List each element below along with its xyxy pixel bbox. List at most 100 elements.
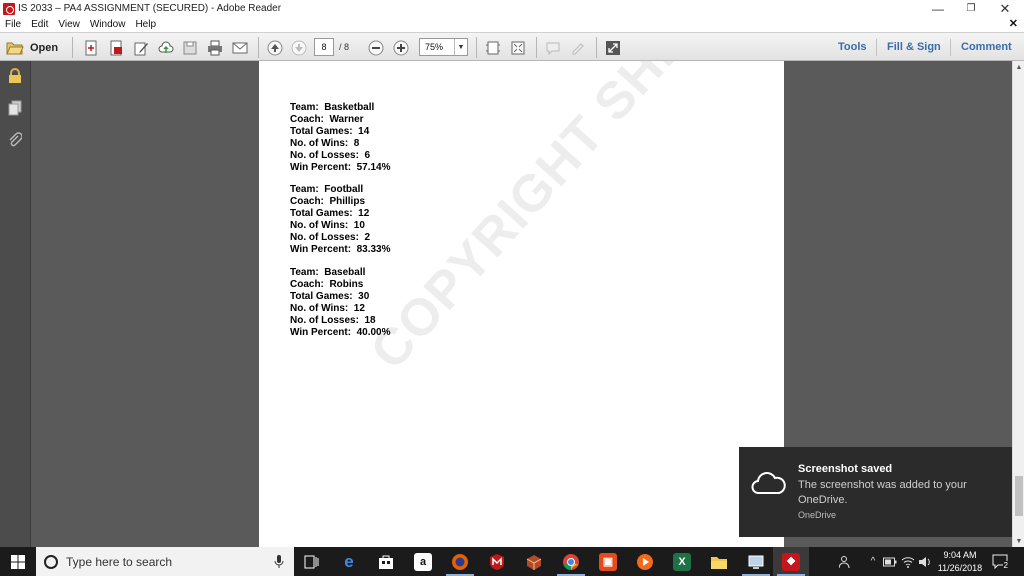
team-name: Team: Football — [290, 184, 364, 195]
page-total: / 8 — [339, 42, 350, 52]
mcafee-icon[interactable] — [479, 547, 515, 576]
wins-count: No. of Wins: 10 — [290, 220, 365, 231]
scroll-down-icon[interactable]: ▼ — [1013, 535, 1024, 547]
close-document-icon[interactable]: ✕ — [1009, 17, 1018, 30]
toolbar-separator — [536, 37, 537, 58]
battery-icon[interactable] — [882, 547, 898, 576]
total-games: Total Games: 12 — [290, 208, 370, 219]
toolbar-separator — [596, 37, 597, 58]
total-games: Total Games: 30 — [290, 291, 370, 302]
toolbar: Open 8 / 8 75% ▼ Tools Fill & Sign Comme… — [0, 32, 1024, 61]
task-view-icon[interactable] — [294, 547, 330, 576]
losses-count: No. of Losses: 2 — [290, 232, 371, 243]
toast-title: Screenshot saved — [798, 463, 893, 475]
win-percent: Win Percent: 40.00% — [290, 327, 391, 338]
onedrive-toast-notification[interactable]: Screenshot saved The screenshot was adde… — [739, 447, 1012, 537]
create-pdf-icon[interactable] — [82, 39, 99, 56]
upload-cloud-icon[interactable] — [157, 39, 174, 56]
windows-taskbar: Type here to search e a ▣ X ❖ ^ 9:04 AM … — [0, 547, 1024, 576]
clock-date: 11/26/2018 — [937, 563, 983, 573]
fit-page-icon[interactable] — [484, 39, 501, 56]
coach-name: Coach: Phillips — [290, 196, 366, 207]
scroll-up-icon[interactable]: ▲ — [1013, 61, 1024, 73]
adobe-reader-taskbar-icon[interactable]: ❖ — [773, 547, 809, 576]
wins-count: No. of Wins: 8 — [290, 138, 360, 149]
minimize-button[interactable]: — — [921, 0, 955, 17]
export-pdf-icon[interactable] — [107, 39, 124, 56]
save-icon[interactable] — [181, 39, 198, 56]
chrome-icon[interactable] — [553, 547, 589, 576]
windows-logo-icon — [11, 554, 25, 569]
network-app-icon[interactable] — [738, 547, 774, 576]
amazon-icon[interactable]: a — [405, 547, 441, 576]
wifi-icon[interactable] — [900, 547, 916, 576]
losses-count: No. of Losses: 18 — [290, 315, 376, 326]
print-icon[interactable] — [206, 39, 223, 56]
edit-pdf-icon[interactable] — [132, 39, 149, 56]
excel-icon[interactable]: X — [664, 547, 700, 576]
title-bar: IS 2033 – PA4 ASSIGNMENT (SECURED) - Ado… — [0, 0, 1024, 17]
package-app-icon[interactable] — [516, 547, 552, 576]
comment-pane-link[interactable]: Comment — [961, 41, 1012, 53]
attachment-paperclip-icon[interactable] — [6, 131, 24, 149]
menu-view[interactable]: View — [53, 19, 85, 30]
taskbar-search-box[interactable]: Type here to search — [36, 547, 294, 576]
team-name: Team: Basketball — [290, 102, 375, 113]
zoom-in-icon[interactable] — [392, 39, 409, 56]
chevron-down-icon[interactable]: ▼ — [454, 39, 467, 55]
file-explorer-icon[interactable] — [701, 547, 737, 576]
cloud-icon — [751, 472, 786, 494]
highlight-icon[interactable] — [569, 39, 586, 56]
office-icon[interactable]: ▣ — [590, 547, 626, 576]
next-page-icon[interactable] — [290, 39, 307, 56]
tools-pane-link[interactable]: Tools — [838, 41, 867, 53]
zoom-out-icon[interactable] — [367, 39, 384, 56]
toolbar-separator — [876, 39, 877, 56]
notification-count: 2 — [1002, 561, 1009, 570]
start-button[interactable] — [0, 547, 36, 576]
window-title: IS 2033 – PA4 ASSIGNMENT (SECURED) - Ado… — [18, 3, 282, 14]
menu-file[interactable]: File — [0, 19, 26, 30]
menu-window[interactable]: Window — [85, 19, 131, 30]
watermark: COPYRIGHT SHEPHERD — [359, 61, 784, 381]
email-icon[interactable] — [231, 39, 248, 56]
toast-source: OneDrive — [798, 510, 837, 520]
menu-help[interactable]: Help — [130, 19, 161, 30]
navigation-pane — [0, 61, 31, 547]
edge-browser-icon[interactable]: e — [331, 547, 367, 576]
page-thumbnails-icon[interactable] — [6, 99, 24, 117]
chevron-up-icon[interactable]: ^ — [866, 547, 880, 576]
clock-time: 9:04 AM — [943, 550, 977, 560]
restore-button[interactable]: ❐ — [954, 0, 988, 17]
fill-sign-pane-link[interactable]: Fill & Sign — [887, 41, 941, 53]
expand-icon[interactable] — [604, 39, 621, 56]
lock-icon[interactable] — [6, 67, 24, 85]
firefox-icon[interactable] — [442, 547, 478, 576]
full-screen-icon[interactable] — [509, 39, 526, 56]
previous-page-icon[interactable] — [266, 39, 283, 56]
team-record-baseball: Team: Baseball Coach: Robins Total Games… — [290, 267, 391, 339]
page-number-input[interactable]: 8 — [314, 38, 334, 56]
toolbar-separator — [950, 39, 951, 56]
open-button[interactable]: Open — [6, 38, 58, 57]
microphone-icon[interactable] — [270, 553, 288, 571]
people-icon[interactable] — [836, 547, 856, 576]
scrollbar-thumb[interactable] — [1015, 476, 1023, 516]
media-app-icon[interactable] — [627, 547, 663, 576]
open-label: Open — [30, 41, 59, 54]
sticky-note-icon[interactable] — [544, 39, 561, 56]
toast-message: The screenshot was added to your OneDriv… — [798, 479, 967, 506]
volume-icon[interactable] — [917, 547, 933, 576]
close-button[interactable]: ✕ — [988, 0, 1022, 17]
taskbar-clock[interactable]: 9:04 AM 11/26/2018 — [932, 549, 988, 575]
search-placeholder: Type here to search — [66, 554, 173, 569]
toolbar-separator — [476, 37, 477, 58]
total-games: Total Games: 14 — [290, 126, 370, 137]
vertical-scrollbar[interactable]: ▲ ▼ — [1012, 61, 1024, 547]
zoom-select[interactable]: 75% ▼ — [419, 38, 468, 56]
action-center-icon[interactable]: 2 — [991, 553, 1009, 570]
microsoft-store-icon[interactable] — [368, 547, 404, 576]
menu-edit[interactable]: Edit — [26, 19, 53, 30]
team-record-basketball: Team: Basketball Coach: Warner Total Gam… — [290, 102, 391, 174]
search-icon — [44, 554, 58, 569]
